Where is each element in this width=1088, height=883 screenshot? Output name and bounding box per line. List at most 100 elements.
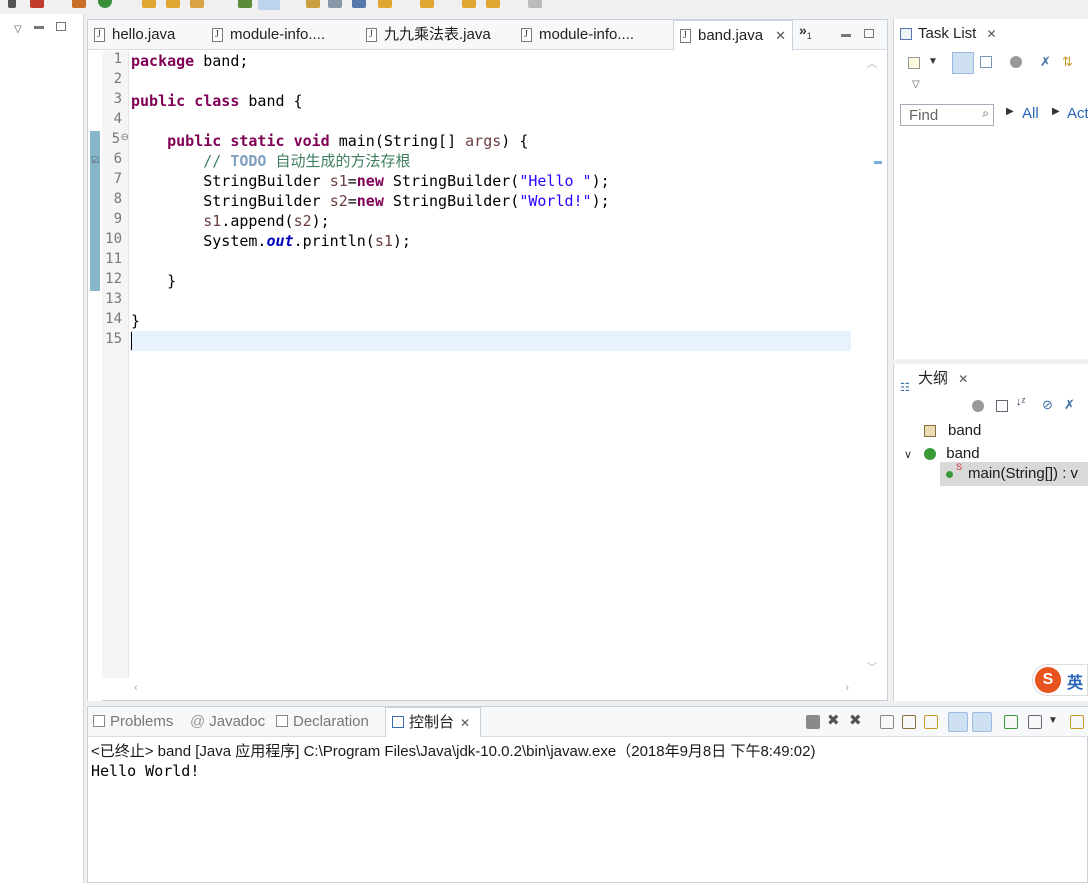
minimize-icon[interactable] — [34, 26, 44, 29]
sogou-logo-icon: S — [1035, 667, 1061, 693]
all-link[interactable]: All — [1022, 105, 1039, 122]
view-menu-icon[interactable]: ▽ — [14, 24, 22, 35]
dropdown-arrow-icon[interactable]: ▼ — [1048, 715, 1058, 726]
close-view-icon[interactable]: ✕ — [958, 372, 968, 386]
show-on-stderr-icon[interactable] — [972, 712, 992, 732]
java-file-icon — [94, 20, 105, 50]
vertical-scrollbar[interactable]: ︿ ﹀ — [854, 51, 887, 678]
annotation-icon[interactable] — [238, 0, 252, 8]
remove-all-icon[interactable]: ✖ — [849, 711, 862, 729]
outline-tab[interactable]: ☷ 大纲 ✕ — [894, 364, 968, 394]
line-number: 5 — [111, 131, 120, 147]
open-console-icon[interactable] — [1070, 715, 1084, 729]
line-number: 15 — [105, 331, 122, 347]
ime-indicator[interactable]: S 英 — [1032, 664, 1088, 696]
forward-history-icon[interactable] — [528, 0, 542, 8]
next-annotation-icon[interactable] — [352, 0, 366, 8]
categories-icon[interactable] — [980, 56, 992, 68]
sort-icon[interactable]: ↓ᶻ — [1016, 396, 1025, 408]
overview-marker[interactable] — [874, 161, 882, 164]
tab-module-info-1[interactable]: module-info.... — [206, 20, 360, 50]
tab-label: module-info.... — [230, 26, 326, 43]
back-icon[interactable] — [462, 0, 476, 8]
hide-fields-icon[interactable]: ⊘ — [1042, 397, 1053, 413]
toggle-block-icon[interactable] — [306, 0, 320, 8]
scroll-down-icon[interactable]: ﹀ — [867, 659, 877, 674]
triangle-right-icon: ▶ — [1006, 106, 1014, 117]
tab-problems[interactable]: Problems — [90, 707, 186, 737]
tab-hello-java[interactable]: hello.java — [88, 20, 206, 50]
terminate-icon[interactable] — [806, 715, 820, 729]
console-output[interactable]: Hello World! — [91, 762, 199, 780]
task-list-tab[interactable]: Task List ✕ — [894, 19, 997, 49]
hide-static-icon[interactable]: ✗ — [1064, 397, 1075, 413]
filter-icon[interactable]: ✗ — [1040, 54, 1051, 70]
dropdown-arrow-icon[interactable]: ▼ — [928, 56, 938, 67]
overflow-chevron-icon: » — [799, 22, 807, 38]
tab-label: band.java — [698, 27, 764, 44]
prev-annotation-icon[interactable] — [378, 0, 392, 8]
package-icon[interactable] — [72, 0, 86, 8]
display-console-icon[interactable] — [1028, 715, 1042, 729]
close-view-icon[interactable]: ✕ — [987, 27, 997, 41]
forward-icon[interactable] — [486, 0, 500, 8]
focus-icon[interactable] — [1010, 56, 1022, 68]
view-menu-icon[interactable]: ▽ — [912, 79, 920, 90]
bottom-tab-bar: Problems @ Javadoc Declaration 控制台 ✕ ✖ ✖ ▼ — [88, 707, 1088, 737]
open-folder-icon[interactable] — [142, 0, 156, 8]
dropdown-arrow-icon[interactable] — [8, 0, 16, 8]
new-task-icon[interactable] — [908, 57, 920, 69]
tab-declaration[interactable]: Declaration — [276, 707, 380, 737]
tab-javadoc[interactable]: @ Javadoc — [190, 707, 272, 737]
panel-title: Task List — [918, 25, 977, 42]
open-type-icon[interactable] — [166, 0, 180, 8]
scroll-up-icon[interactable]: ︿ — [867, 55, 877, 70]
tab-label: hello.java — [112, 26, 176, 43]
whitespace-icon[interactable] — [328, 0, 342, 8]
debug-icon[interactable] — [30, 0, 44, 8]
line-number: 1 — [113, 51, 122, 67]
outline-item-method[interactable]: S main(String[]) : v — [940, 462, 1088, 486]
scroll-left-icon[interactable]: ‹ — [134, 682, 138, 694]
left-trim-stack: ▽ — [0, 14, 84, 883]
scroll-lock-icon[interactable] — [902, 715, 916, 729]
task-list-icon — [900, 28, 912, 40]
outline-item-package[interactable]: band — [924, 420, 981, 442]
pin-console-icon[interactable] — [1004, 715, 1018, 729]
line-number-ruler: 1 2 3 4 5 ⊖ 6 7 8 9 10 11 12 13 14 15 — [102, 51, 129, 678]
maximize-icon[interactable] — [864, 29, 874, 38]
focus-icon[interactable] — [972, 400, 984, 412]
synchronize-icon[interactable]: ⇅ — [1062, 54, 1073, 70]
tab-module-info-2[interactable]: module-info.... — [515, 20, 673, 50]
scroll-right-icon[interactable]: › — [845, 682, 849, 694]
find-input[interactable]: Find ⌕ — [900, 104, 994, 126]
tab-console[interactable]: 控制台 ✕ — [385, 707, 481, 737]
chevron-down-icon[interactable]: ∨ — [904, 449, 912, 461]
remove-launch-icon[interactable]: ✖ — [827, 711, 840, 729]
close-tab-icon[interactable]: ✕ — [775, 21, 786, 51]
tab-multiplication-table[interactable]: 九九乘法表.java — [360, 20, 515, 50]
close-view-icon[interactable]: ✕ — [460, 716, 470, 730]
code-line: StringBuilder s2=new StringBuilder("Worl… — [203, 192, 610, 210]
tab-overflow-button[interactable]: »1 — [799, 22, 812, 41]
ime-mode-label: 英 — [1067, 675, 1084, 692]
group-by-icon[interactable] — [952, 52, 974, 74]
tab-label: Declaration — [293, 713, 369, 730]
line-number: 4 — [113, 111, 122, 127]
word-wrap-icon[interactable] — [924, 715, 938, 729]
outline-panel: ☷ 大纲 ✕ ↓ᶻ ⊘ ✗ band ∨ band S main(String[… — [893, 364, 1088, 701]
search-icon[interactable] — [190, 0, 204, 8]
last-edit-icon[interactable] — [420, 0, 434, 8]
activate-link[interactable]: Act — [1067, 105, 1088, 122]
maximize-icon[interactable] — [56, 22, 66, 31]
horizontal-scrollbar[interactable]: ‹ › — [130, 678, 853, 700]
code-text-area[interactable]: package band; public class band { public… — [130, 51, 853, 678]
fold-collapse-icon[interactable]: ⊖ — [121, 132, 129, 143]
clear-console-icon[interactable] — [880, 715, 894, 729]
minimize-icon[interactable] — [841, 34, 851, 37]
mark-occurrences-icon[interactable] — [258, 0, 280, 10]
run-icon[interactable] — [98, 0, 112, 8]
show-on-stdout-icon[interactable] — [948, 712, 968, 732]
tab-band-java[interactable]: band.java ✕ — [673, 20, 793, 51]
collapse-all-icon[interactable] — [996, 400, 1008, 412]
